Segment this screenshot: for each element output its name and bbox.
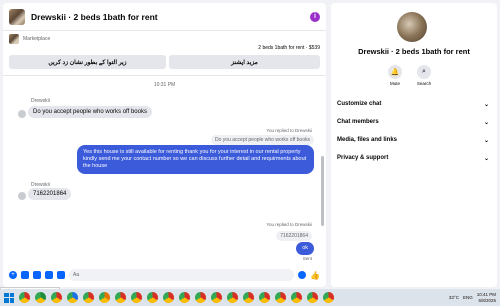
section-customize-chat[interactable]: Customize chat ⌄ — [337, 97, 489, 111]
plus-icon[interactable]: + — [9, 271, 17, 279]
taskbar-app-icon[interactable] — [99, 292, 110, 303]
chevron-down-icon: ⌄ — [483, 155, 489, 162]
section-media-files[interactable]: Media, files and links ⌄ — [337, 133, 489, 147]
more-options-button[interactable]: مزید اپشنز — [169, 55, 320, 69]
incoming-message[interactable]: Do you accept people who works off books — [28, 106, 152, 118]
section-chat-members[interactable]: Chat members ⌄ — [337, 115, 489, 129]
emoji-icon[interactable] — [298, 271, 307, 279]
message-list: 10:31 PM Drewskii Do you accept people w… — [3, 75, 326, 262]
clock[interactable]: 10:41 PM 6/8/2025 — [477, 292, 496, 303]
mute-label: Mute — [389, 81, 400, 86]
chat-title[interactable]: Drewskii · 2 beds 1bath for rent — [31, 12, 310, 22]
mark-pending-button[interactable]: زیر التوا کے بطور نشان زد کریں — [9, 55, 166, 69]
camera-icon[interactable] — [21, 271, 29, 279]
section-privacy-support[interactable]: Privacy & support ⌄ — [337, 151, 489, 165]
like-icon[interactable]: 👍 — [310, 271, 320, 280]
info-icon[interactable]: i — [310, 11, 320, 22]
taskbar-app-icon[interactable] — [51, 292, 62, 303]
search-action[interactable]: ⌕ Search — [409, 65, 439, 86]
taskbar-app-icon[interactable] — [179, 292, 190, 303]
chat-header: Drewskii · 2 beds 1bath for rent i — [3, 3, 326, 31]
sender-name: Drewskii — [31, 98, 50, 104]
sent-status: Sent — [302, 256, 312, 261]
taskbar-app-icon[interactable] — [195, 292, 206, 303]
contact-avatar[interactable] — [9, 8, 25, 25]
outgoing-message[interactable]: Yes this house is still available for re… — [77, 145, 314, 175]
profile-avatar[interactable] — [397, 12, 427, 42]
marketplace-label: Marketplace — [23, 36, 51, 42]
taskbar-app-icon[interactable] — [275, 292, 286, 303]
section-label: Privacy & support — [337, 155, 389, 161]
search-label: Search — [416, 81, 432, 86]
taskbar-app-icon[interactable] — [227, 292, 238, 303]
taskbar-app-icon[interactable] — [259, 292, 270, 303]
taskbar-app-icon[interactable] — [67, 292, 78, 303]
chevron-down-icon: ⌄ — [483, 137, 489, 144]
clock-date: 6/8/2025 — [478, 297, 496, 303]
taskbar-app-icon[interactable] — [211, 292, 222, 303]
taskbar-app-icon[interactable] — [323, 292, 334, 303]
language-indicator[interactable]: ENG — [463, 295, 473, 300]
taskbar-app-icon[interactable] — [291, 292, 302, 303]
taskbar-app-icon[interactable] — [147, 292, 158, 303]
listing-info[interactable]: 2 beds 1bath for rent · $539 — [258, 45, 320, 51]
gif-icon[interactable] — [57, 271, 65, 279]
listing-thumbnail[interactable] — [9, 34, 19, 44]
taskbar: 33°C ENG 10:41 PM 6/8/2025 — [0, 289, 500, 306]
image-icon[interactable] — [33, 271, 41, 279]
taskbar-app-icon[interactable] — [163, 292, 174, 303]
section-label: Customize chat — [337, 101, 382, 107]
section-label: Media, files and links — [337, 137, 398, 143]
quoted-message-2[interactable]: 7162201864 — [276, 231, 312, 241]
reply-note-2: You replied to Drewskii — [266, 222, 312, 227]
composer: + Aa 👍 — [3, 265, 326, 285]
chevron-down-icon: ⌄ — [483, 119, 489, 126]
message-input[interactable]: Aa — [69, 269, 295, 281]
taskbar-app-icon[interactable] — [83, 292, 94, 303]
sender-avatar-2[interactable] — [18, 192, 26, 200]
sender-avatar[interactable] — [18, 110, 26, 118]
bell-icon: 🔔 — [388, 65, 402, 79]
taskbar-app-icon[interactable] — [35, 292, 46, 303]
marketplace-banner: Marketplace 2 beds 1bath for rent · $539… — [3, 34, 326, 72]
weather-temp[interactable]: 33°C — [449, 295, 459, 300]
windows-start-icon[interactable] — [4, 292, 14, 303]
message-timestamp: 10:31 PM — [153, 82, 176, 88]
quoted-message[interactable]: Do you accept people who works off books — [211, 135, 314, 145]
section-label: Chat members — [337, 119, 379, 125]
chat-panel: Drewskii · 2 beds 1bath for rent i Marke… — [3, 3, 326, 287]
mute-action[interactable]: 🔔 Mute — [380, 65, 410, 86]
clock-time: 10:41 PM — [476, 292, 496, 298]
taskbar-app-icon[interactable] — [131, 292, 142, 303]
info-panel: Drewskii · 2 beds 1bath for rent 🔔 Mute … — [331, 3, 497, 287]
system-tray: 33°C ENG 10:41 PM 6/8/2025 — [449, 289, 496, 306]
outgoing-message-2[interactable]: ok — [296, 242, 314, 256]
taskbar-app-icon[interactable] — [307, 292, 318, 303]
reply-note: You replied to Drewskii — [266, 128, 312, 133]
profile-name: Drewskii · 2 beds 1bath for rent — [358, 47, 470, 56]
taskbar-app-icon[interactable] — [115, 292, 126, 303]
sticker-icon[interactable] — [45, 271, 53, 279]
taskbar-app-icon[interactable] — [19, 292, 30, 303]
taskbar-app-icon[interactable] — [243, 292, 254, 303]
search-icon: ⌕ — [417, 65, 431, 79]
message-scrollbar[interactable] — [321, 156, 324, 226]
chevron-down-icon: ⌄ — [483, 101, 489, 108]
incoming-message-2[interactable]: 7162201864 — [28, 188, 72, 200]
